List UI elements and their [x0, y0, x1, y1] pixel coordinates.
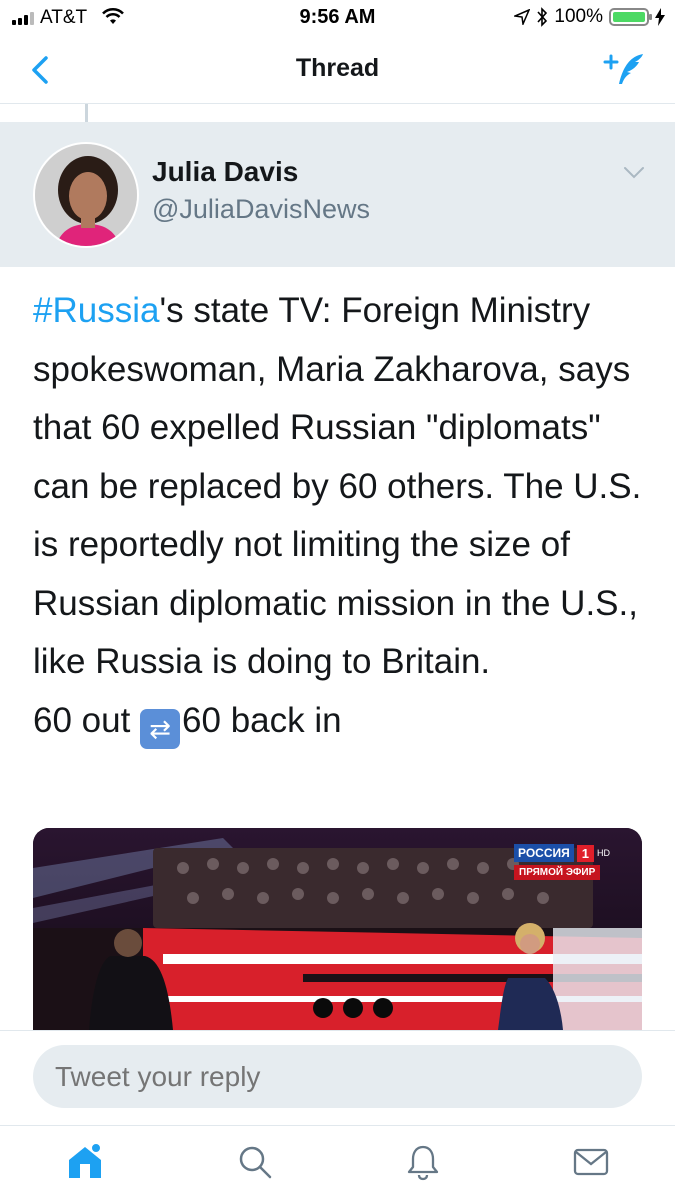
location-arrow-icon	[514, 9, 531, 25]
notifications-icon	[407, 1145, 439, 1181]
channel-number: 1	[576, 844, 594, 862]
tweet-body-end-2: 60 back in	[182, 700, 342, 740]
avatar[interactable]	[33, 142, 139, 248]
tweet-body: 's state TV: Foreign Ministry spokeswoma…	[33, 291, 642, 681]
search-icon	[239, 1146, 272, 1179]
charging-bolt-icon	[655, 8, 665, 26]
status-right: 100%	[514, 6, 665, 28]
messages-icon	[573, 1148, 609, 1176]
home-icon	[69, 1142, 102, 1178]
battery-icon	[609, 8, 652, 26]
reply-input[interactable]	[33, 1045, 642, 1108]
tweet-media-image[interactable]: РОССИЯ 1 HD ПРЯМОЙ ЭФИР	[33, 828, 642, 1030]
reply-composer	[0, 1030, 675, 1125]
page-title: Thread	[295, 54, 380, 82]
avatar-photo	[35, 144, 137, 246]
tweet-text: #Russia's state TV: Foreign Ministry spo…	[33, 282, 653, 750]
battery-percent: 100%	[554, 6, 603, 27]
tab-search[interactable]	[232, 1140, 278, 1184]
channel-name: РОССИЯ	[514, 844, 574, 862]
compose-tweet-button[interactable]	[603, 48, 649, 92]
repeat-emoji-icon: ⇄	[140, 708, 181, 749]
author-handle[interactable]: @JuliaDavisNews	[152, 194, 370, 225]
compose-tweet-icon	[603, 54, 643, 84]
status-bar: AT&T 9:56 AM 100%	[0, 0, 675, 36]
previous-tweet-strip	[0, 104, 675, 122]
tweet-author-header[interactable]: Julia Davis @JuliaDavisNews	[0, 122, 675, 267]
bluetooth-icon	[537, 7, 548, 27]
channel-hd: HD	[597, 848, 610, 858]
nav-bar: Thread	[0, 36, 675, 104]
tab-notifications[interactable]	[400, 1140, 446, 1184]
author-name[interactable]: Julia Davis	[152, 156, 298, 188]
chevron-down-icon[interactable]	[623, 166, 645, 180]
tab-messages[interactable]	[568, 1140, 614, 1184]
tweet-body-end: 60 out	[33, 700, 141, 740]
hashtag-link[interactable]: #Russia	[33, 291, 159, 330]
tab-bar	[0, 1125, 675, 1200]
tab-home[interactable]	[62, 1140, 108, 1184]
live-label: ПРЯМОЙ ЭФИР	[514, 865, 601, 880]
tv-channel-logo: РОССИЯ 1 HD ПРЯМОЙ ЭФИР	[514, 844, 610, 880]
